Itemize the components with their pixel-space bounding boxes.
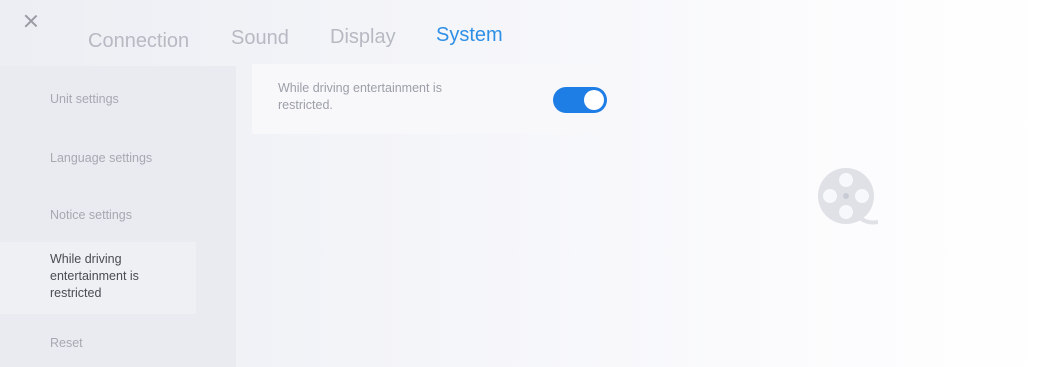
film-reel-icon xyxy=(818,168,878,225)
driving-restriction-option: While driving entertainment is restricte… xyxy=(252,64,610,134)
toggle-knob xyxy=(584,90,604,110)
option-label-line: restricted. xyxy=(278,98,333,112)
sidebar-item-label-line: restricted xyxy=(50,286,102,300)
sidebar-item-driving-restriction[interactable]: While driving entertainment is restricte… xyxy=(0,242,196,314)
sidebar-item-unit-settings[interactable]: Unit settings xyxy=(0,92,196,106)
tab-sound[interactable]: Sound xyxy=(231,27,289,50)
sidebar-item-notice-settings[interactable]: Notice settings xyxy=(0,208,196,222)
driving-restriction-toggle[interactable] xyxy=(553,87,607,113)
close-icon[interactable] xyxy=(22,12,40,30)
sidebar-item-label-line: While driving xyxy=(50,252,122,266)
system-settings-screen: Connection Sound Display System Unit set… xyxy=(0,0,1053,367)
sidebar-item-reset[interactable]: Reset xyxy=(0,336,196,350)
option-label-line: While driving entertainment is xyxy=(278,81,442,95)
settings-sidebar: Unit settings Language settings Notice s… xyxy=(0,66,236,367)
tab-system[interactable]: System xyxy=(436,24,503,47)
sidebar-item-label-line: entertainment is xyxy=(50,269,139,283)
tab-display[interactable]: Display xyxy=(330,26,396,49)
sidebar-item-language-settings[interactable]: Language settings xyxy=(0,151,196,165)
option-label: While driving entertainment is restricte… xyxy=(278,80,528,114)
tab-connection[interactable]: Connection xyxy=(88,30,189,53)
